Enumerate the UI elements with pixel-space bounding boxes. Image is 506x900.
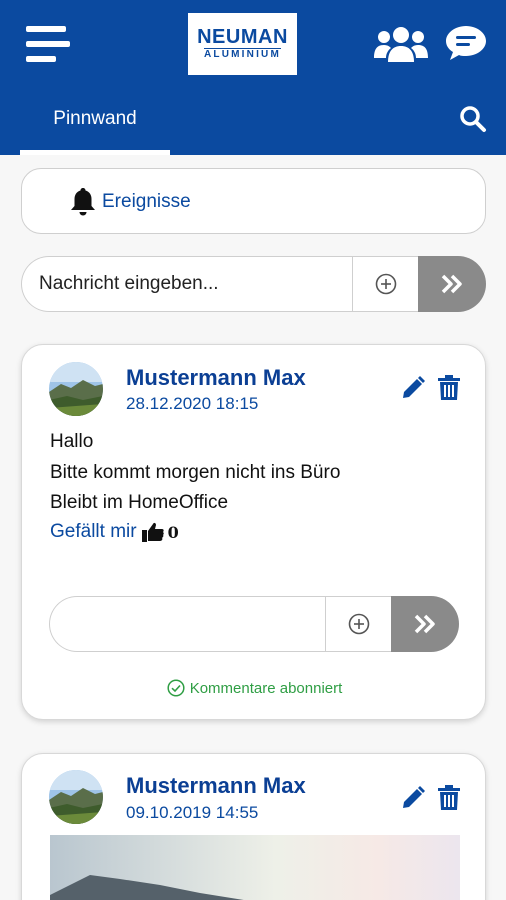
company-logo: NEUMAN ALUMINIUM bbox=[188, 13, 297, 75]
avatar bbox=[49, 362, 103, 416]
tab-label: Pinnwand bbox=[53, 108, 137, 129]
post-text-line: Hallo bbox=[50, 431, 94, 452]
comment-composer bbox=[49, 596, 459, 652]
app-bar: NEUMAN ALUMINIUM Pinnwand bbox=[0, 0, 506, 155]
logo-sub-text: ALUMINIUM bbox=[203, 48, 281, 60]
check-circle-icon bbox=[167, 679, 185, 697]
chat-icon[interactable] bbox=[445, 24, 487, 62]
attach-button[interactable] bbox=[352, 256, 418, 312]
menu-icon-bar bbox=[26, 26, 66, 32]
double-chevron-right-icon bbox=[441, 274, 462, 294]
message-composer bbox=[21, 256, 486, 312]
like-row: Gefällt mir 0 bbox=[50, 521, 179, 543]
comment-input[interactable] bbox=[49, 596, 325, 652]
attach-button[interactable] bbox=[325, 596, 391, 652]
avatar bbox=[49, 770, 103, 824]
menu-icon-bar bbox=[26, 56, 56, 62]
post-date: 09.10.2019 14:55 bbox=[126, 803, 259, 822]
post-text-line: Bitte kommt morgen nicht ins Büro bbox=[50, 462, 341, 483]
double-chevron-right-icon bbox=[414, 614, 435, 634]
post-date: 28.12.2020 18:15 bbox=[126, 394, 259, 413]
edit-icon[interactable] bbox=[400, 785, 426, 811]
like-button[interactable]: Gefällt mir bbox=[50, 521, 137, 543]
delete-icon[interactable] bbox=[437, 375, 463, 401]
post-author[interactable]: Mustermann Max bbox=[126, 365, 306, 391]
post-card: Mustermann Max 09.10.2019 14:55 bbox=[21, 753, 486, 900]
tab-pinnwand[interactable]: Pinnwand bbox=[20, 100, 170, 155]
post-image[interactable] bbox=[50, 835, 460, 900]
bell-icon bbox=[70, 186, 96, 221]
group-icon[interactable] bbox=[374, 26, 428, 64]
subscribed-label: Kommentare abonniert bbox=[189, 679, 343, 697]
message-input[interactable] bbox=[21, 256, 352, 312]
post-author[interactable]: Mustermann Max bbox=[126, 773, 306, 799]
add-circle-icon bbox=[375, 273, 396, 295]
menu-button[interactable] bbox=[26, 26, 70, 62]
post-text-line: Bleibt im HomeOffice bbox=[50, 492, 229, 513]
menu-icon-bar bbox=[26, 41, 70, 47]
delete-icon[interactable] bbox=[437, 785, 463, 811]
thumbs-up-icon[interactable] bbox=[141, 522, 164, 542]
send-comment-button[interactable] bbox=[391, 596, 459, 652]
events-button[interactable]: Ereignisse bbox=[21, 168, 486, 234]
search-icon[interactable] bbox=[459, 105, 487, 133]
send-button[interactable] bbox=[418, 256, 486, 312]
edit-icon[interactable] bbox=[400, 375, 426, 401]
like-count: 0 bbox=[167, 522, 179, 542]
add-circle-icon bbox=[348, 613, 369, 635]
logo-main-text: NEUMAN bbox=[197, 26, 288, 48]
comments-subscribed[interactable]: Kommentare abonniert bbox=[22, 679, 485, 697]
tab-indicator bbox=[20, 150, 170, 155]
post-card: Mustermann Max 28.12.2020 18:15 Hallo Bi… bbox=[21, 344, 486, 720]
events-label: Ereignisse bbox=[102, 191, 191, 212]
